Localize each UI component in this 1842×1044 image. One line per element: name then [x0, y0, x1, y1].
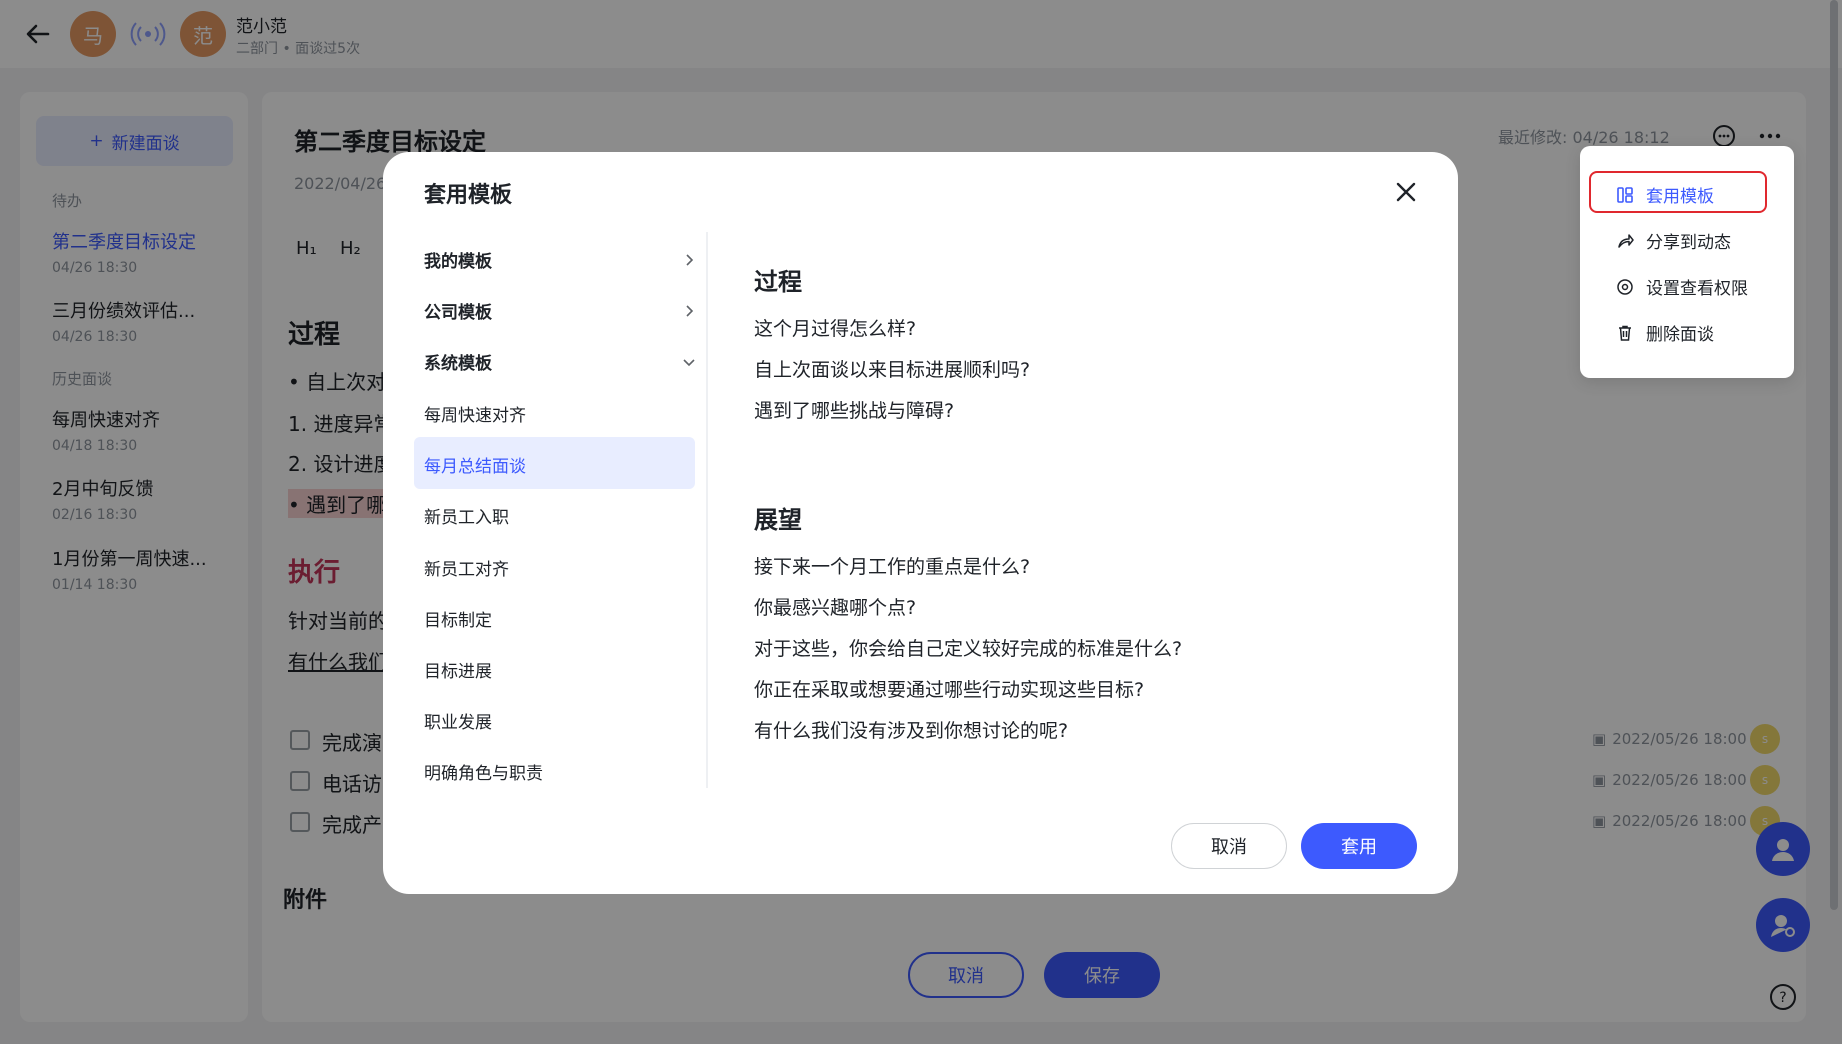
modal-title: 套用模板: [424, 183, 513, 208]
template-item[interactable]: 新员工对齐: [424, 555, 509, 580]
preview-line: 接下来一个月工作的重点是什么?: [754, 556, 1031, 578]
preview-heading: 过程: [754, 268, 802, 296]
divider: [706, 232, 708, 788]
template-group-company[interactable]: 公司模板: [424, 298, 696, 323]
preview-line: 对于这些，你会给自己定义较好完成的标准是什么?: [754, 638, 1183, 660]
chevron-right-icon: [686, 304, 694, 317]
preview-line: 你最感兴趣哪个点?: [754, 597, 917, 619]
template-item-selected[interactable]: 每月总结面谈: [424, 452, 526, 477]
preview-line: 有什么我们没有涉及到你想讨论的呢?: [754, 720, 1069, 742]
preview-line: 遇到了哪些挑战与障碍?: [754, 400, 955, 422]
permission-icon: [1617, 278, 1633, 295]
preview-line: 你正在采取或想要通过哪些行动实现这些目标?: [754, 679, 1145, 701]
template-item[interactable]: 新员工入职: [424, 503, 509, 528]
template-item[interactable]: 目标进展: [424, 657, 492, 682]
template-item[interactable]: 职业发展: [424, 708, 492, 733]
template-icon: [1617, 186, 1633, 203]
menu-item-permissions[interactable]: 设置查看权限: [1616, 274, 1748, 299]
template-item[interactable]: 每周快速对齐: [424, 401, 526, 426]
chevron-down-icon: [683, 358, 695, 366]
template-item[interactable]: 明确角色与职责: [424, 759, 543, 784]
share-icon: [1618, 233, 1634, 248]
template-group-mine[interactable]: 我的模板: [424, 247, 696, 272]
preview-line: 自上次面谈以来目标进展顺利吗?: [754, 359, 1031, 381]
menu-item-share[interactable]: 分享到动态: [1616, 228, 1731, 253]
close-icon[interactable]: [1392, 178, 1420, 206]
preview-heading: 展望: [754, 506, 802, 534]
trash-icon: [1619, 325, 1631, 341]
menu-item-delete[interactable]: 删除面谈: [1616, 320, 1714, 345]
chevron-right-icon: [686, 253, 694, 266]
preview-line: 这个月过得怎么样?: [754, 318, 917, 340]
template-item[interactable]: 目标制定: [424, 606, 492, 631]
menu-item-apply-template[interactable]: 套用模板: [1616, 182, 1714, 207]
modal-apply-button[interactable]: 套用: [1301, 823, 1417, 869]
template-group-system[interactable]: 系统模板: [424, 349, 696, 374]
modal-cancel-button[interactable]: 取消: [1171, 823, 1287, 869]
